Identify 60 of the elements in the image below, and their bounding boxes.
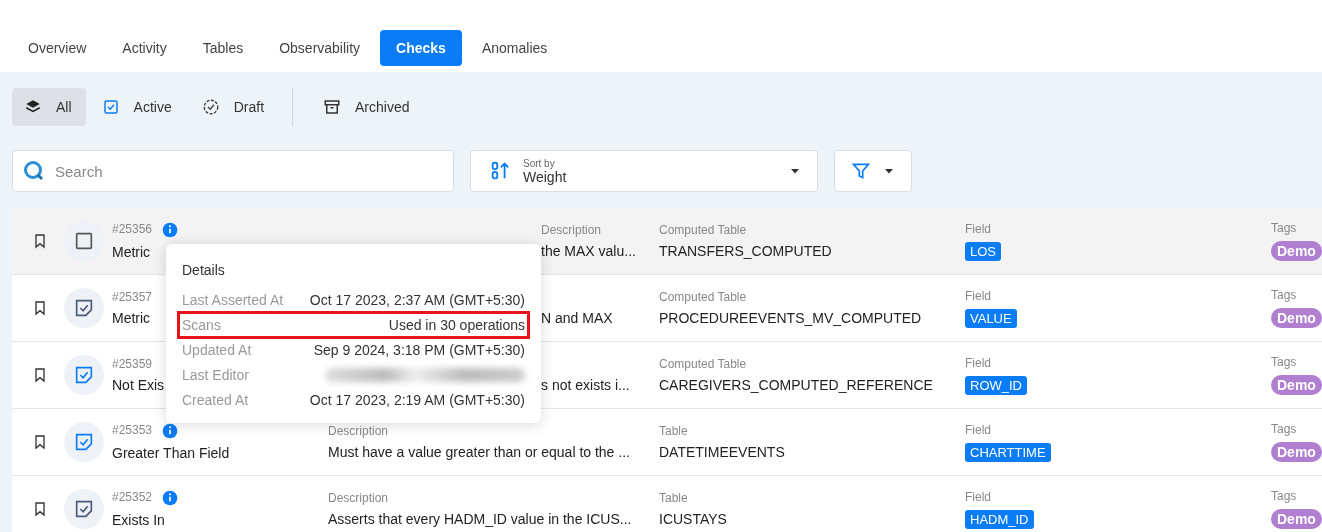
column-label: Description xyxy=(328,424,389,438)
tag: Demo xyxy=(1271,442,1322,462)
detail-label: Scans xyxy=(182,317,221,333)
check-name: Not Exis xyxy=(112,377,165,393)
popup-title: Details xyxy=(182,262,226,278)
detail-value: Sep 9 2024, 3:18 PM (GMT+5:30) xyxy=(313,342,525,358)
check-description: N and MAX xyxy=(541,310,613,326)
check-name: Exists In xyxy=(112,512,165,528)
check-id: #25352 xyxy=(112,490,153,504)
table-name: ICUSTAYS xyxy=(659,511,727,527)
detail-label: Last Editor xyxy=(182,367,249,383)
detail-label: Last Asserted At xyxy=(182,292,284,308)
table-name: TRANSFERS_COMPUTED xyxy=(659,243,832,259)
column-label: Field xyxy=(965,288,991,303)
table-name: PROCEDUREEVENTS_MV_COMPUTED xyxy=(659,310,922,326)
tag: Demo xyxy=(1271,375,1322,395)
field-tag: LOS xyxy=(965,241,1001,261)
detail-label: Updated At xyxy=(182,342,252,358)
check-id: #25353 xyxy=(112,423,153,437)
check-id: #25359 xyxy=(112,357,153,371)
field-tag: ROW_ID xyxy=(965,375,1027,395)
check-description: Asserts that every HADM_ID value in the ICUS... xyxy=(328,511,632,527)
column-label: Field xyxy=(965,221,991,236)
check-name: Metric xyxy=(112,244,151,260)
column-label: Field xyxy=(965,355,991,370)
detail-value: Oct 17 2023, 2:37 AM (GMT+5:30) xyxy=(309,292,525,308)
column-label: Computed Table xyxy=(659,290,747,304)
column-label: Tags xyxy=(1271,422,1297,436)
field-tag: VALUE xyxy=(965,308,1017,328)
check-id: #25356 xyxy=(112,222,153,236)
detail-value: Oct 17 2023, 2:19 AM (GMT+5:30) xyxy=(309,392,525,408)
field-tag: HADM_ID xyxy=(965,509,1034,529)
detail-label: Created At xyxy=(182,392,249,408)
check-name: Metric xyxy=(112,310,151,326)
field-tag: CHARTTIME xyxy=(965,442,1051,462)
check-description: the MAX valu... xyxy=(541,243,636,259)
table-name: DATETIMEEVENTS xyxy=(659,444,785,460)
column-label: Field xyxy=(965,489,991,504)
check-description: s not exists i... xyxy=(541,377,630,393)
table-name: CAREGIVERS_COMPUTED_REFERENCE xyxy=(659,377,933,393)
column-label: Table xyxy=(659,491,688,505)
detail-value: Used in 30 operations xyxy=(388,317,525,333)
column-label: Tags xyxy=(1271,355,1297,369)
column-label: Description xyxy=(541,223,602,237)
column-label: Table xyxy=(659,424,688,438)
column-label: Tags xyxy=(1271,221,1297,235)
check-id: #25357 xyxy=(112,290,153,304)
column-label: Tags xyxy=(1271,489,1297,503)
column-label: Computed Table xyxy=(659,223,747,237)
sort-label: Sort by xyxy=(523,157,556,169)
column-label: Description xyxy=(328,491,389,505)
column-label: Computed Table xyxy=(659,357,747,371)
check-description: Must have a value greater than or equal to the ... xyxy=(328,444,630,460)
sort-value: Weight xyxy=(523,168,568,185)
column-label: Tags xyxy=(1271,288,1297,302)
tag: Demo xyxy=(1271,241,1322,261)
column-label: Field xyxy=(965,422,991,437)
check-name: Greater Than Field xyxy=(112,445,230,461)
tag: Demo xyxy=(1271,509,1322,529)
tag: Demo xyxy=(1271,308,1322,328)
